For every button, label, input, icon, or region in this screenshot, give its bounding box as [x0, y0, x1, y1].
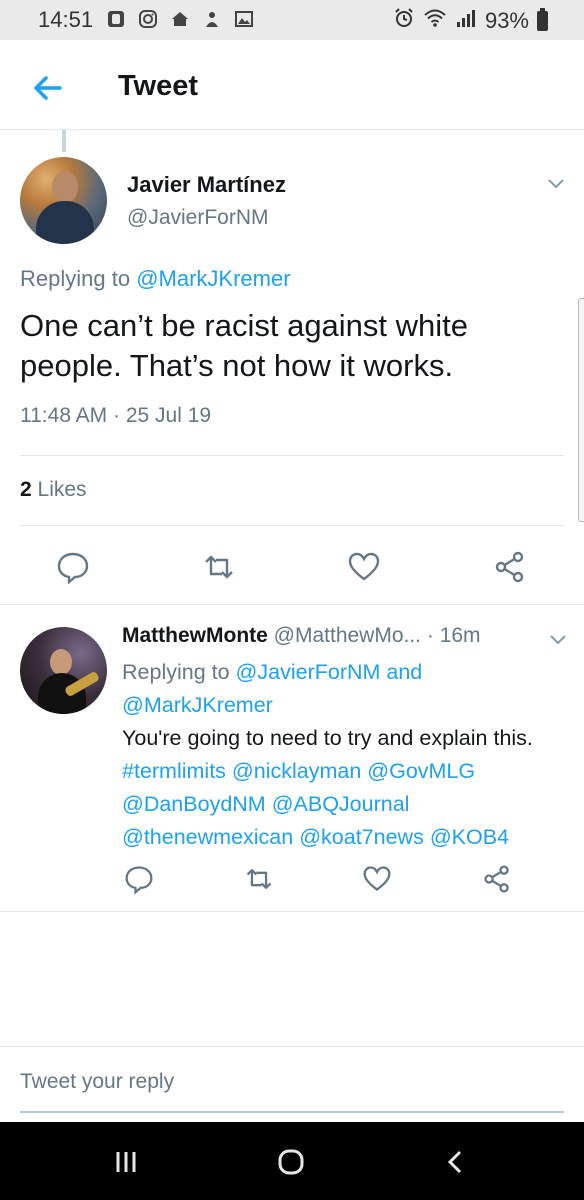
mention-link[interactable]: @JavierForNM	[236, 660, 381, 684]
replying-and: and	[380, 660, 423, 684]
compose-underline	[20, 1111, 564, 1113]
reply-author-name[interactable]: MatthewMonte	[122, 624, 268, 647]
recent-apps-icon	[116, 1152, 136, 1172]
chevron-down-icon	[548, 179, 564, 189]
mention-link[interactable]: @GovMLG	[367, 759, 475, 783]
mention-link[interactable]: @ABQJournal	[272, 792, 410, 816]
replying-to: Replying to @MarkJKremer	[20, 266, 291, 292]
separator	[0, 604, 584, 605]
chevron-left-icon	[447, 1150, 462, 1174]
alarm-icon	[393, 7, 415, 35]
home-button[interactable]	[273, 1144, 309, 1180]
reply-menu-button[interactable]	[547, 628, 569, 650]
likes-number: 2	[20, 478, 32, 501]
reply-button[interactable]	[56, 550, 90, 584]
comment-icon	[125, 866, 153, 894]
mention-link[interactable]: @nicklayman	[232, 759, 361, 783]
reply-time: · 16m	[421, 624, 481, 647]
reply-reply-button[interactable]	[122, 862, 156, 896]
reply-header: MatthewMonte @MatthewMo... · 16m	[122, 624, 481, 648]
nav-back-button[interactable]	[438, 1144, 474, 1180]
mention-link[interactable]: @MarkJKremer	[122, 693, 273, 717]
reply-replying-prefix: Replying to	[122, 660, 236, 684]
share-icon	[495, 551, 524, 583]
reply-replying-to: Replying to @JavierForNM and @MarkJKremer	[122, 656, 572, 722]
recent-apps-button[interactable]	[108, 1144, 144, 1180]
mention-link[interactable]: @DanBoydNM	[122, 792, 266, 816]
notification-icon	[105, 8, 127, 30]
replying-prefix: Replying to	[20, 266, 137, 291]
navigation-bar	[0, 1122, 584, 1200]
reply-text-start: You're going to need to try and explain …	[122, 726, 533, 750]
reply-body: Replying to @JavierForNM and @MarkJKremer…	[122, 656, 572, 854]
instagram-icon	[137, 8, 159, 30]
reply-compose-input[interactable]: Tweet your reply	[20, 1070, 174, 1094]
battery-icon	[537, 8, 548, 31]
heart-icon	[348, 552, 380, 581]
share-button[interactable]	[493, 550, 527, 584]
status-time: 14:51	[38, 7, 94, 32]
status-bar: 14:51 93%	[0, 0, 584, 40]
author-handle[interactable]: @JavierForNM	[127, 206, 269, 230]
mention-link[interactable]: @thenewmexican	[122, 825, 293, 849]
back-button[interactable]	[30, 70, 66, 106]
battery-percent: 93%	[484, 8, 529, 33]
thread-connector	[62, 130, 66, 152]
separator	[0, 911, 584, 912]
app-header: Tweet	[0, 40, 584, 130]
mention-link[interactable]: @koat7news	[299, 825, 424, 849]
download-icon	[201, 8, 223, 30]
retweet-icon	[246, 869, 272, 889]
hashtag-link[interactable]: #termlimits	[122, 759, 226, 783]
mention-link[interactable]: @KOB4	[430, 825, 509, 849]
gallery-icon	[233, 8, 255, 30]
status-icons	[105, 8, 255, 30]
tweet-menu-button[interactable]	[545, 172, 567, 194]
page-title: Tweet	[118, 70, 199, 102]
replying-handle-link[interactable]: @MarkJKremer	[136, 266, 290, 291]
likes-label: Likes	[31, 478, 87, 501]
reply-like-button[interactable]	[360, 862, 394, 896]
tweet-timestamp: 11:48 AM · 25 Jul 19	[20, 404, 212, 427]
likes-count[interactable]: 2 Likes	[20, 478, 87, 502]
separator	[0, 1046, 584, 1047]
signal-icon	[455, 8, 477, 34]
author-avatar[interactable]	[20, 157, 107, 244]
divider	[20, 525, 564, 526]
reply-author-handle[interactable]: @MatthewMo...	[268, 624, 421, 647]
tweet-text: One can’t be racist against white people…	[20, 308, 469, 383]
reply-author-avatar[interactable]	[20, 627, 107, 714]
status-right: 93%	[393, 7, 548, 35]
comment-icon	[57, 552, 89, 584]
like-button[interactable]	[347, 550, 381, 584]
home-icon	[169, 8, 191, 30]
author-name[interactable]: Javier Martínez	[127, 172, 286, 198]
share-icon	[484, 865, 509, 893]
chevron-down-icon	[550, 635, 566, 645]
divider	[20, 455, 564, 456]
retweet-icon	[205, 555, 233, 579]
heart-icon	[363, 866, 391, 892]
wifi-icon	[423, 8, 447, 34]
home-circle-icon	[278, 1149, 304, 1175]
reply-text: You're going to need to try and explain …	[122, 722, 572, 854]
reply-share-button[interactable]	[480, 862, 514, 896]
arrow-left-icon	[34, 76, 62, 100]
scrollbar[interactable]	[578, 298, 584, 522]
reply-retweet-button[interactable]	[242, 862, 276, 896]
retweet-button[interactable]	[202, 550, 236, 584]
